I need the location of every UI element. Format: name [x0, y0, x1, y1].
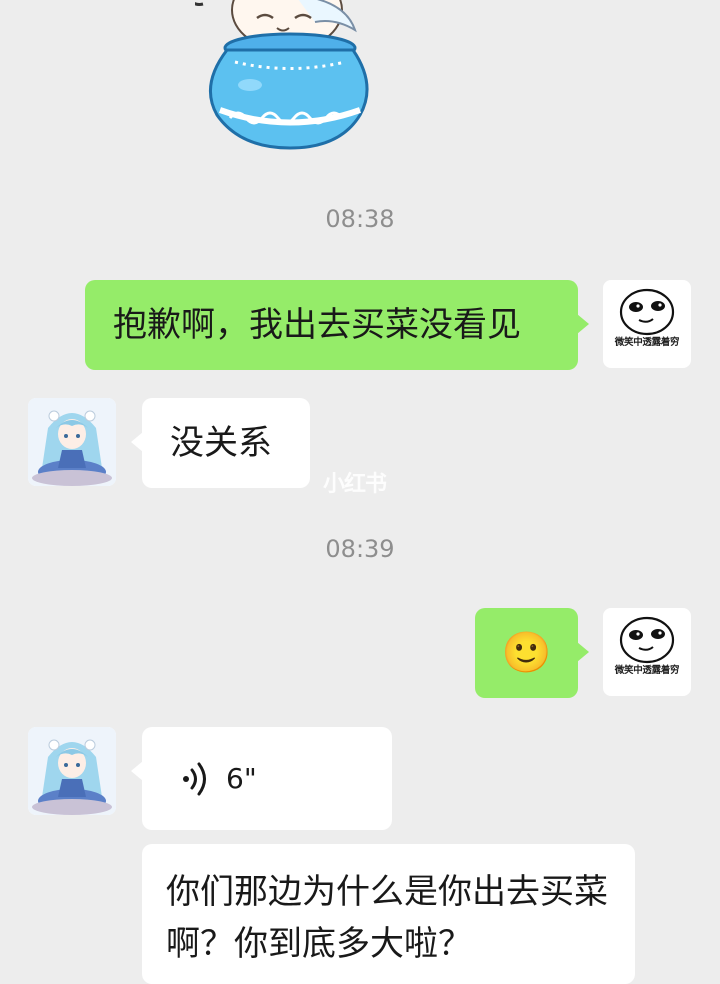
voice-wave-icon [183, 762, 206, 796]
avatar-caption: 微笑中透露着穷 [614, 665, 680, 676]
contact-avatar[interactable] [28, 727, 116, 815]
voice-duration: 6" [226, 762, 257, 795]
anime-girl-avatar-icon [28, 398, 116, 486]
message-text: 抱歉啊，我出去买菜没看见 [113, 305, 521, 345]
self-avatar[interactable]: 微笑中透露着穷 [603, 280, 691, 368]
anime-girl-avatar-icon [28, 727, 116, 815]
bubble-tail [131, 432, 143, 452]
timestamp: 08:38 [325, 205, 395, 233]
watermark: 小红书 [323, 472, 387, 497]
smiling-face-meme-icon [619, 616, 675, 664]
message-text: 你们那边为什么是你出去买菜啊？你到底多大啦？ [166, 872, 608, 964]
timestamp: 08:39 [325, 535, 395, 563]
bubble-tail [131, 761, 143, 781]
character-in-blue-jar-sticker-icon [188, 0, 369, 150]
voice-message-bubble[interactable]: 6" [131, 727, 392, 830]
smiley-emoji-icon: 🙂 [501, 630, 552, 676]
message-bubble-sent-emoji[interactable]: 🙂 [475, 608, 589, 698]
bubble-tail [577, 314, 589, 334]
message-text: 没关系 [170, 423, 272, 463]
message-bubble-sent[interactable]: 抱歉啊，我出去买菜没看见 [85, 280, 589, 370]
message-bubble-received[interactable]: 你们那边为什么是你出去买菜啊？你到底多大啦？ [142, 844, 635, 984]
bubble-tail [577, 642, 589, 662]
message-bubble-received[interactable]: 没关系 [131, 398, 310, 488]
smiling-face-meme-icon [619, 288, 675, 336]
self-avatar[interactable]: 微笑中透露着穷 [603, 608, 691, 696]
avatar-caption: 微笑中透露着穷 [614, 337, 680, 348]
contact-avatar[interactable] [28, 398, 116, 486]
sticker-jar[interactable] [188, 0, 370, 150]
